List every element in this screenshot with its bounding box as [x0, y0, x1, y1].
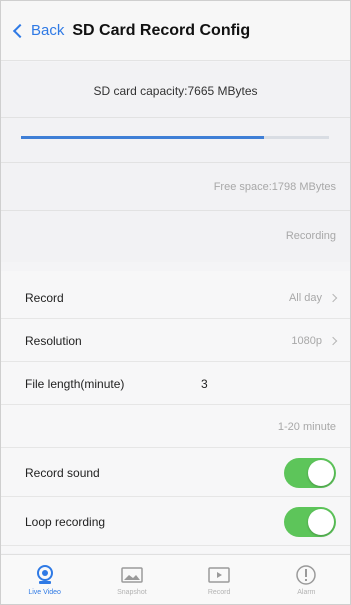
file-length-label: File length(minute): [25, 376, 125, 391]
page-title: SD Card Record Config: [72, 21, 251, 39]
navigation-bar: Back SD Card Record Config: [1, 1, 350, 61]
file-length-hint: 1-20 minute: [277, 420, 336, 433]
recording-status-text: Recording: [285, 230, 336, 242]
divider: [1, 117, 350, 118]
free-space-text: Free space:1798 MBytes: [213, 181, 336, 193]
toggle-knob: [308, 459, 334, 486]
toggle-knob: [308, 508, 334, 535]
chevron-right-icon: [328, 336, 338, 345]
divider: [1, 162, 350, 163]
record-sound-toggle[interactable]: [284, 457, 336, 488]
storage-progress-bar: [21, 136, 329, 139]
tab-bar: Live Video Snapshot Record Alarm: [1, 554, 350, 604]
tab-snapshot[interactable]: Snapshot: [88, 555, 175, 604]
film-icon: [206, 564, 232, 586]
settings-list: Record All day Resolution 1080p File len…: [1, 271, 350, 553]
tab-live-video[interactable]: Live Video: [1, 555, 88, 604]
tab-record[interactable]: Record: [176, 555, 263, 604]
chevron-left-icon: [12, 23, 28, 38]
record-mode-value: All day: [288, 291, 338, 304]
record-mode-value-text: All day: [288, 291, 322, 304]
record-sound-label: Record sound: [25, 465, 100, 480]
divider: [1, 210, 350, 211]
storage-progress-fill: [21, 136, 265, 139]
tab-alarm[interactable]: Alarm: [263, 555, 350, 604]
chevron-right-icon: [328, 293, 338, 302]
tab-label: Alarm: [297, 588, 316, 596]
resolution-label: Resolution: [25, 333, 82, 348]
tab-label: Record: [207, 588, 231, 596]
record-sound-row: Record sound: [1, 449, 350, 497]
app-frame: Back SD Card Record Config SD card capac…: [0, 0, 351, 605]
picture-icon: [119, 564, 145, 586]
resolution-value: 1080p: [291, 334, 338, 347]
record-mode-label: Record: [25, 290, 64, 305]
storage-panel: SD card capacity:7665 MBytes Free space:…: [1, 62, 350, 262]
back-button[interactable]: Back: [12, 22, 65, 39]
camera-icon: [32, 564, 58, 586]
resolution-value-text: 1080p: [291, 334, 322, 347]
capacity-text: SD card capacity:7665 MBytes: [93, 84, 258, 98]
back-label: Back: [31, 22, 65, 39]
resolution-row[interactable]: Resolution 1080p: [1, 320, 350, 362]
loop-recording-label: Loop recording: [25, 514, 106, 529]
info-icon: [293, 564, 319, 586]
file-length-hint-row: 1-20 minute: [1, 406, 350, 448]
loop-recording-toggle[interactable]: [284, 506, 336, 537]
file-length-row: File length(minute): [1, 363, 350, 405]
loop-recording-row: Loop recording: [1, 498, 350, 546]
tab-label: Live Video: [28, 588, 61, 596]
file-length-input[interactable]: [187, 373, 327, 395]
record-mode-row[interactable]: Record All day: [1, 277, 350, 319]
tab-label: Snapshot: [117, 588, 147, 596]
